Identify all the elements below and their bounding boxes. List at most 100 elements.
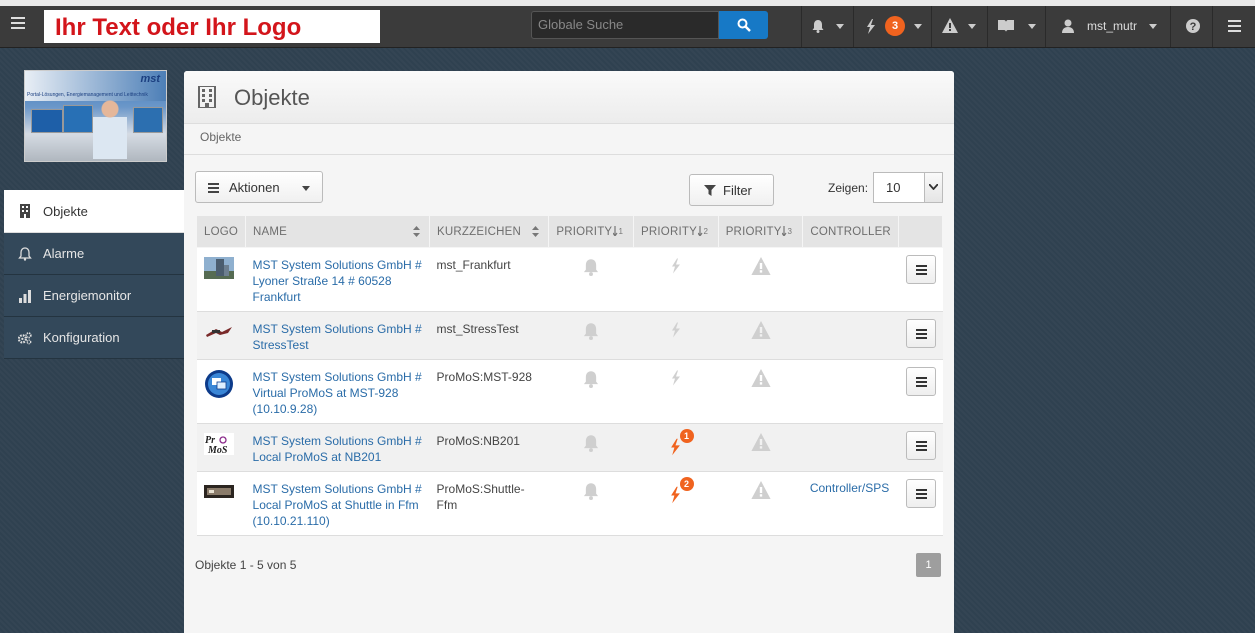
kurzzeichen-cell: mst_Frankfurt (429, 247, 549, 312)
controller-link[interactable]: Controller/SPS (810, 481, 889, 495)
search-button[interactable] (719, 11, 768, 39)
objects-table: LOGO NAME KURZZEICHEN PRIORITY 1 PRIORIT… (195, 215, 943, 536)
object-link[interactable]: MST System Solutions GmbH # Virtual ProMo… (253, 369, 423, 417)
object-logo-virtual (204, 370, 233, 398)
breadcrumb-item[interactable]: Objekte (200, 130, 241, 144)
page-title: Objekte (234, 85, 310, 110)
company-photo: mst Portal-Lösungen, Energiemanagement u… (24, 70, 167, 162)
sidebar-item-konfiguration[interactable]: Konfiguration (4, 317, 184, 359)
sidebar-item-label: Konfiguration (43, 330, 120, 345)
col-actions (898, 215, 943, 248)
priority3-cell (718, 247, 803, 312)
name-cell: MST System Solutions GmbH # StressTest (245, 311, 430, 360)
table-row: MST System Solutions GmbH # StressTest ms… (196, 311, 943, 360)
global-search-input[interactable]: Globale Suche (531, 11, 719, 39)
filter-button[interactable]: Filter (689, 174, 774, 206)
svg-text:1: 1 (619, 227, 624, 236)
chevron-down-icon (836, 24, 844, 29)
priority3-cell (718, 311, 803, 360)
menu-toggle-icon[interactable] (11, 17, 25, 29)
priority2-cell[interactable]: 2 (633, 471, 719, 536)
book-icon (998, 20, 1014, 32)
controller-cell (802, 423, 899, 472)
svg-text:MoS: MoS (207, 445, 228, 455)
warning-icon (750, 369, 771, 387)
svg-text:2: 2 (703, 227, 708, 236)
object-link[interactable]: MST System Solutions GmbH # Lyoner Straße… (253, 257, 423, 305)
bell-icon (584, 259, 599, 276)
col-priority-3[interactable]: PRIORITY 3 (717, 215, 804, 248)
controller-cell: Controller/SPS (802, 471, 899, 536)
photo-tagline: Portal-Lösungen, Energiemanagement und L… (27, 92, 148, 98)
sidebar-item-label: Objekte (43, 204, 88, 219)
nav-warnings-dropdown[interactable] (931, 6, 988, 47)
priority2-cell (633, 359, 719, 424)
page-size-select[interactable]: 10 (873, 172, 943, 203)
bell-icon (584, 371, 599, 388)
row-menu-button[interactable] (905, 479, 936, 508)
sidebar-item-objekte[interactable]: Objekte (4, 190, 184, 233)
lightning-icon (671, 258, 680, 274)
row-menu-button[interactable] (905, 431, 936, 460)
chevron-down-icon (914, 24, 922, 29)
priority1-cell (548, 311, 634, 360)
pagination-page-button[interactable]: 1 (916, 553, 941, 577)
row-menu-button[interactable] (905, 255, 936, 284)
nav-alarms-dropdown[interactable] (801, 6, 854, 47)
col-priority-2[interactable]: PRIORITY 2 (633, 215, 719, 248)
controller-cell (802, 247, 899, 312)
object-logo-shuttle (203, 481, 234, 503)
building-icon (198, 86, 216, 108)
lightning-active-icon (671, 486, 681, 504)
name-cell: MST System Solutions GmbH # Local ProMoS … (245, 423, 430, 472)
name-cell: MST System Solutions GmbH # Local ProMoS … (245, 471, 430, 536)
table-row: MST System Solutions GmbH # Lyoner Straße… (196, 247, 943, 312)
row-actions-cell (898, 471, 943, 536)
sort-priority-icon: 3 (782, 226, 793, 236)
actions-label: Aktionen (229, 180, 280, 195)
bar-chart-icon (19, 290, 31, 303)
object-link[interactable]: MST System Solutions GmbH # StressTest (253, 321, 423, 353)
nav-help[interactable]: ? (1170, 6, 1213, 47)
priority1-cell (548, 423, 634, 472)
priority2-cell[interactable]: 1 (633, 423, 719, 472)
kurzzeichen-cell: ProMoS:Shuttle-Ffm (429, 471, 549, 536)
kurzzeichen-cell: ProMoS:NB201 (429, 423, 549, 472)
logo-text: Ihr Text oder Ihr Logo (55, 14, 302, 41)
row-menu-button[interactable] (905, 319, 936, 348)
user-name: mst_mutr (1087, 19, 1138, 33)
brand-logo[interactable]: Ihr Text oder Ihr Logo (44, 10, 380, 43)
logo-cell (196, 471, 246, 536)
bell-icon (584, 483, 599, 500)
lightning-active-icon (671, 438, 681, 456)
nav-book-dropdown[interactable] (987, 6, 1046, 47)
row-actions-cell (898, 423, 943, 472)
sidebar-item-alarme[interactable]: Alarme (4, 233, 184, 275)
main-panel: Objekte Objekte Aktionen Filter Zeigen: … (184, 71, 954, 633)
help-icon: ? (1186, 19, 1200, 33)
filter-label: Filter (723, 183, 752, 198)
object-link[interactable]: MST System Solutions GmbH # Local ProMoS … (253, 481, 423, 529)
page-size-label: Zeigen: (828, 181, 869, 195)
col-priority-1[interactable]: PRIORITY 1 (548, 215, 635, 248)
gears-icon (18, 332, 32, 345)
actions-dropdown-button[interactable]: Aktionen (195, 171, 323, 203)
kurzzeichen-cell: ProMoS:MST-928 (429, 359, 549, 424)
col-kurzzeichen[interactable]: KURZZEICHEN (429, 215, 550, 248)
object-logo-promos: PrMoS (203, 433, 234, 456)
table-header-row: LOGO NAME KURZZEICHEN PRIORITY 1 PRIORIT… (195, 215, 943, 248)
nav-events-dropdown[interactable]: 3 (853, 6, 932, 47)
building-icon (20, 204, 30, 218)
row-menu-button[interactable] (905, 367, 936, 396)
chevron-down-icon (968, 24, 976, 29)
sidebar-item-energiemonitor[interactable]: Energiemonitor (4, 275, 184, 317)
row-actions-cell (898, 311, 943, 360)
warning-icon (750, 257, 771, 275)
sort-priority-icon: 2 (697, 226, 708, 236)
nav-settings-menu[interactable] (1212, 6, 1255, 47)
col-name[interactable]: NAME (245, 215, 431, 248)
object-link[interactable]: MST System Solutions GmbH # Local ProMoS … (253, 433, 423, 465)
top-navbar: Ihr Text oder Ihr Logo Globale Suche 3 m… (0, 6, 1255, 48)
priority3-cell (718, 471, 803, 536)
svg-text:?: ? (1190, 21, 1197, 33)
